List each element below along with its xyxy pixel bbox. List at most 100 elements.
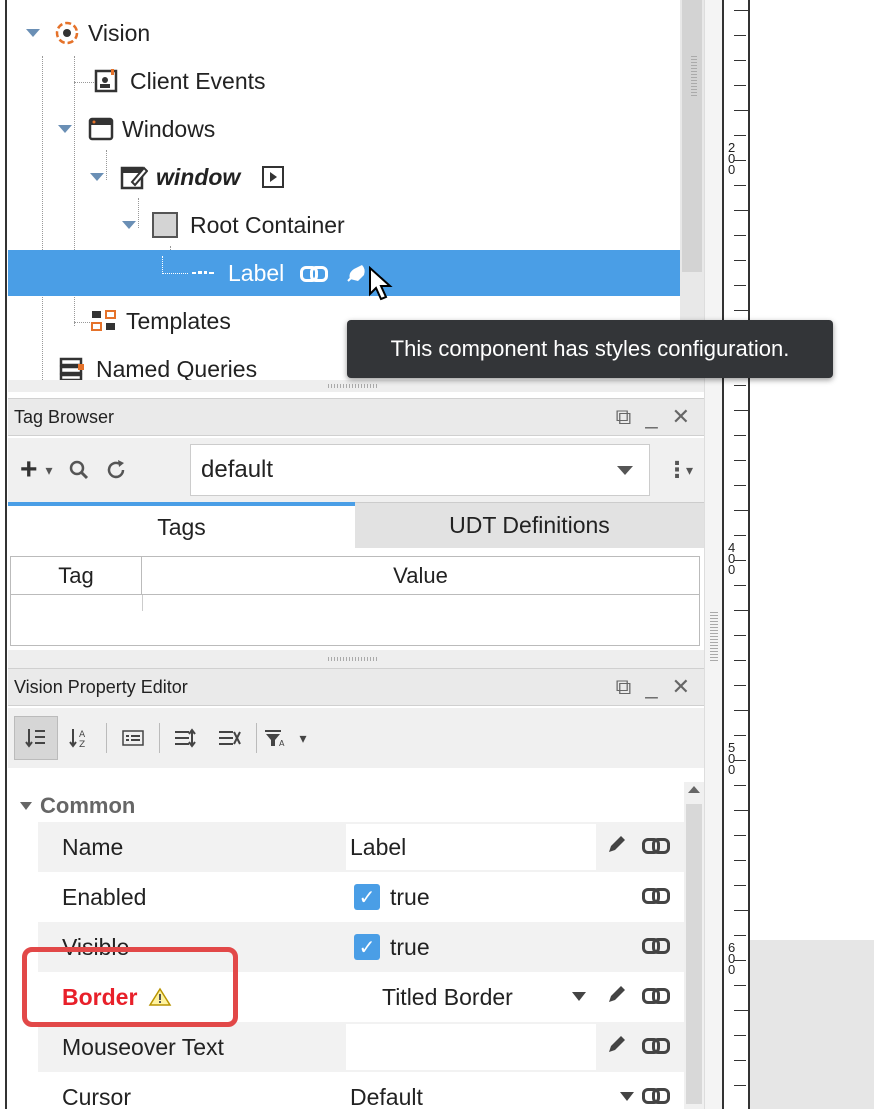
property-name: Mouseover Text	[62, 1033, 224, 1060]
ruler-tick	[734, 785, 746, 786]
checkbox-checked-icon[interactable]: ✓	[354, 934, 380, 960]
tag-browser-toolbar: + ▾ default ⋮ ▾	[8, 438, 704, 502]
expand-all-icon[interactable]	[164, 716, 208, 760]
tree-item-label: Label	[228, 259, 285, 286]
scrollbar-thumb[interactable]	[686, 804, 702, 1104]
property-grid[interactable]: Common Name Label Enabled ✓ true Visible…	[8, 782, 684, 1109]
restore-icon[interactable]: ⧉	[616, 404, 632, 430]
filter-icon[interactable]: A	[261, 716, 291, 760]
binding-link-icon[interactable]	[642, 887, 670, 907]
binding-link-icon[interactable]	[642, 1087, 670, 1107]
property-editor-scrollbar[interactable]	[684, 782, 704, 1109]
ruler-label: 200	[728, 140, 736, 177]
sort-alphabetical-icon[interactable]: AZ	[58, 716, 102, 760]
collapse-all-icon[interactable]	[208, 716, 252, 760]
tree-item-vision[interactable]: Vision	[8, 10, 680, 56]
ruler-tick	[734, 85, 746, 86]
binding-link-icon[interactable]	[642, 837, 670, 857]
edit-pencil-icon[interactable]	[606, 833, 628, 861]
more-dropdown-icon[interactable]: ▾	[678, 462, 701, 479]
add-dropdown-icon[interactable]: ▾	[46, 462, 61, 479]
binding-link-icon[interactable]	[642, 1037, 670, 1057]
ruler-tick	[734, 110, 748, 111]
expand-arrow-icon[interactable]	[90, 173, 104, 181]
tag-table[interactable]: Tag Value	[10, 556, 700, 646]
property-row-cursor[interactable]: Cursor Default	[38, 1072, 684, 1109]
ruler-tick	[734, 735, 746, 736]
sort-by-category-icon[interactable]	[14, 716, 58, 760]
vertical-ruler: 200 400 500 600	[722, 0, 750, 1109]
expand-arrow-icon[interactable]	[122, 221, 136, 229]
ruler-tick	[734, 60, 746, 61]
add-tag-icon[interactable]: +	[12, 453, 46, 487]
tab-tags[interactable]: Tags	[8, 502, 355, 548]
scrollbar-thumb[interactable]	[682, 0, 702, 272]
property-list-icon[interactable]	[111, 716, 155, 760]
open-window-icon[interactable]	[262, 166, 285, 188]
column-header-tag[interactable]: Tag	[11, 557, 142, 594]
property-value-border[interactable]: Titled Border	[346, 974, 596, 1020]
dock-splitter[interactable]	[704, 0, 722, 1109]
scroll-up-icon[interactable]	[688, 786, 700, 793]
client-events-icon	[94, 68, 120, 94]
close-icon[interactable]: ✕	[672, 674, 690, 700]
designer-window: Vision Client Events Windows window Root…	[0, 0, 874, 1109]
ruler-tick	[734, 260, 746, 261]
minimize-icon[interactable]: _	[645, 674, 657, 700]
expand-arrow-icon[interactable]	[26, 29, 40, 37]
collapse-arrow-icon[interactable]	[20, 802, 32, 810]
tree-item-client-events[interactable]: Client Events	[8, 58, 680, 104]
property-value-mouseover-text[interactable]	[346, 1024, 596, 1070]
ruler-tick	[734, 1085, 746, 1086]
property-name: Name	[62, 833, 124, 860]
binding-link-icon[interactable]	[642, 987, 670, 1007]
property-value-enabled[interactable]: ✓ true	[346, 874, 596, 920]
property-row-name[interactable]: Name Label	[38, 822, 684, 872]
container-icon	[152, 212, 178, 238]
checkbox-checked-icon[interactable]: ✓	[354, 884, 380, 910]
refresh-icon[interactable]	[97, 459, 135, 481]
styles-paint-icon[interactable]	[346, 261, 370, 285]
ruler-tick	[734, 960, 746, 961]
tree-item-root-container[interactable]: Root Container	[8, 202, 680, 248]
property-row-mouseover-text[interactable]: Mouseover Text	[38, 1022, 684, 1072]
ruler-tick	[734, 235, 746, 236]
edit-pencil-icon[interactable]	[606, 983, 628, 1011]
chevron-down-icon[interactable]	[620, 1092, 634, 1101]
chevron-down-icon[interactable]	[617, 465, 633, 475]
edit-pencil-icon[interactable]	[606, 1033, 628, 1061]
panel-splitter[interactable]	[8, 380, 704, 392]
property-value-name[interactable]: Label	[346, 824, 596, 870]
ruler-tick	[734, 810, 748, 811]
expand-arrow-icon[interactable]	[58, 125, 72, 133]
minimize-icon[interactable]: _	[645, 404, 657, 430]
restore-icon[interactable]: ⧉	[616, 674, 632, 700]
section-common[interactable]: Common	[8, 786, 135, 826]
tree-item-window[interactable]: window	[8, 154, 680, 200]
svg-text:A: A	[279, 739, 285, 748]
tab-udt-definitions[interactable]: UDT Definitions	[355, 502, 704, 548]
binding-link-icon[interactable]	[642, 937, 670, 957]
chevron-down-icon[interactable]	[572, 992, 586, 1001]
property-value-visible[interactable]: ✓ true	[346, 924, 596, 970]
tag-provider-select[interactable]: default	[190, 444, 650, 496]
filter-dropdown-icon[interactable]: ▾	[291, 716, 315, 760]
ruler-tick	[734, 985, 746, 986]
property-editor-toolbar: AZ A ▾	[8, 708, 704, 768]
windows-folder-icon	[88, 116, 114, 142]
close-icon[interactable]: ✕	[672, 404, 690, 430]
tree-item-windows[interactable]: Windows	[8, 106, 680, 152]
tree-item-label: Root Container	[190, 211, 345, 238]
tag-table-header: Tag Value	[11, 557, 699, 595]
property-row-enabled[interactable]: Enabled ✓ true	[38, 872, 684, 922]
design-canvas[interactable]	[750, 0, 874, 1109]
tree-item-label-selected[interactable]: Label	[8, 250, 680, 296]
column-header-value[interactable]: Value	[142, 557, 699, 594]
ruler-tick	[734, 160, 746, 161]
ruler-label: 500	[728, 740, 736, 777]
property-value-cursor[interactable]: Default	[346, 1074, 596, 1109]
ruler-tick	[734, 685, 746, 686]
search-icon[interactable]	[61, 460, 97, 480]
binding-link-icon[interactable]	[300, 266, 329, 282]
panel-splitter[interactable]	[8, 650, 704, 668]
